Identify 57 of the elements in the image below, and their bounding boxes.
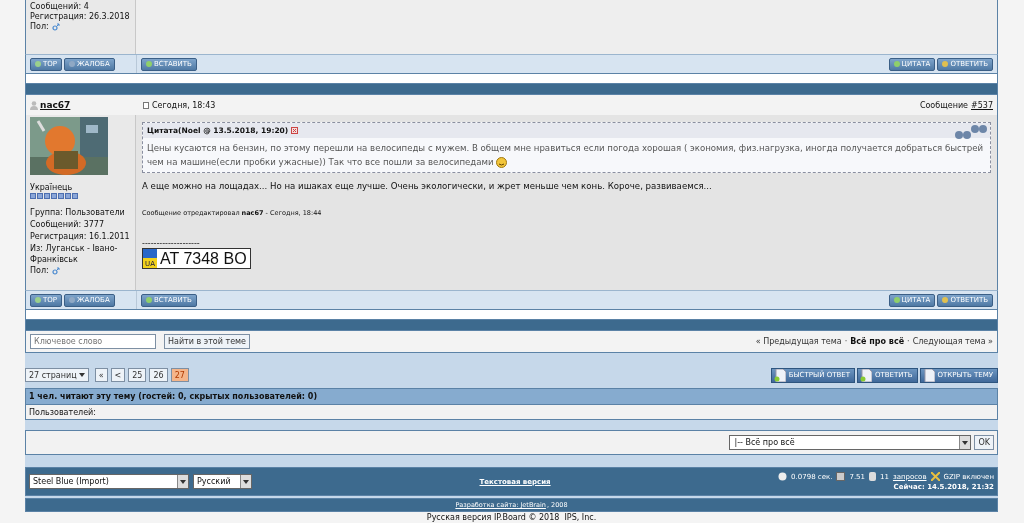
language-value: Русский bbox=[196, 477, 232, 486]
pages-dropdown[interactable]: 27 страниц bbox=[25, 368, 89, 382]
database-icon bbox=[869, 472, 876, 481]
user-icon bbox=[30, 100, 38, 110]
quote-marks-icon bbox=[954, 124, 988, 140]
profile-info: Регистрация: 16.1.2011 bbox=[30, 231, 131, 242]
dropdown-arrow-icon bbox=[962, 440, 969, 445]
page-button[interactable]: 25 bbox=[128, 368, 147, 382]
document-icon bbox=[859, 368, 872, 382]
search-topic-button[interactable]: Найти в этой теме bbox=[164, 334, 250, 349]
quote-text: Цены кусаются на бензин, по этому перешли на велосипеды с мужем. В общем мне нравиться если погода хорошая ( экономия, физ.нагрузка, иногда получается добраться быстрей чем на машине(если пробки ужасные)) Так что все пошли за велосипедами bbox=[146, 142, 985, 170]
language-select[interactable]: Русский bbox=[193, 474, 252, 489]
dropdown-arrow-icon bbox=[243, 479, 249, 484]
dropdown-arrow-icon bbox=[180, 479, 186, 484]
profile-info: Регистрация: 26.3.2018 bbox=[30, 12, 131, 21]
expand-icon[interactable] bbox=[291, 127, 299, 134]
gender-label: Пол: bbox=[30, 22, 49, 31]
ok-button[interactable]: OK bbox=[974, 435, 994, 450]
forum-name: Всё про всё bbox=[850, 337, 905, 346]
gender-icon bbox=[51, 266, 60, 275]
page-button[interactable]: « bbox=[94, 368, 108, 382]
forum-jump-value: |-- Всё про всё bbox=[733, 438, 796, 447]
rank-pips-icon bbox=[30, 193, 78, 199]
profile-info: Сообщений: 4 bbox=[30, 2, 90, 11]
smiley-icon bbox=[496, 157, 508, 168]
dropdown-arrow-icon bbox=[78, 373, 85, 377]
load-icon bbox=[836, 472, 846, 481]
profile-info: Из: Луганськ - Івано-Франківськ bbox=[30, 243, 119, 265]
separator: · bbox=[907, 337, 910, 346]
copyright: Русская версия IP.Board © 2018 IPS, Inc. bbox=[426, 513, 597, 522]
profile-info: Группа: Пользователи bbox=[30, 207, 126, 218]
keyword-field[interactable]: Ключевое слово bbox=[30, 334, 156, 349]
user-rank: Українець bbox=[30, 183, 74, 192]
users-label: Пользователей: bbox=[29, 407, 96, 417]
readers-title: 1 чел. читают эту тему (гостей: 0, скрытых пользователей: 0) bbox=[29, 392, 318, 401]
page-button[interactable]: 27 bbox=[170, 368, 189, 382]
plate-number: AT 7348 BO bbox=[159, 249, 248, 268]
signature-rule: -------------------- bbox=[142, 239, 201, 248]
post-number-label: Сообщение bbox=[919, 100, 968, 110]
separator: · bbox=[844, 337, 848, 346]
post-number-link[interactable]: #537 bbox=[971, 100, 993, 110]
gender-icon bbox=[51, 22, 60, 31]
skin-select[interactable]: Steel Blue (Import) bbox=[29, 474, 189, 489]
post-date: Сегодня, 18:43 bbox=[152, 100, 216, 110]
post-icon bbox=[143, 101, 149, 109]
page-button[interactable]: < bbox=[110, 368, 126, 382]
skin-value: Steel Blue (Import) bbox=[32, 477, 110, 486]
previous-topic-link[interactable]: « Предыдущая тема bbox=[755, 337, 842, 346]
profile-info: Сообщений: 3777 bbox=[30, 219, 105, 230]
next-topic-link[interactable]: Следующая тема » bbox=[912, 337, 993, 346]
document-icon bbox=[773, 368, 786, 382]
gender-label: Пол: bbox=[30, 266, 49, 275]
author-link[interactable]: nac67 bbox=[40, 100, 71, 110]
post-text: А еще можно на лощадах... Но на ишаках еще лучше. Очень экологически, и жрет меньше чем конь. Короче, развиваемся... bbox=[142, 181, 713, 191]
forum-jump-select[interactable]: |-- Всё про всё bbox=[729, 435, 972, 450]
page-button[interactable]: 26 bbox=[149, 368, 168, 382]
document-icon bbox=[922, 368, 935, 382]
